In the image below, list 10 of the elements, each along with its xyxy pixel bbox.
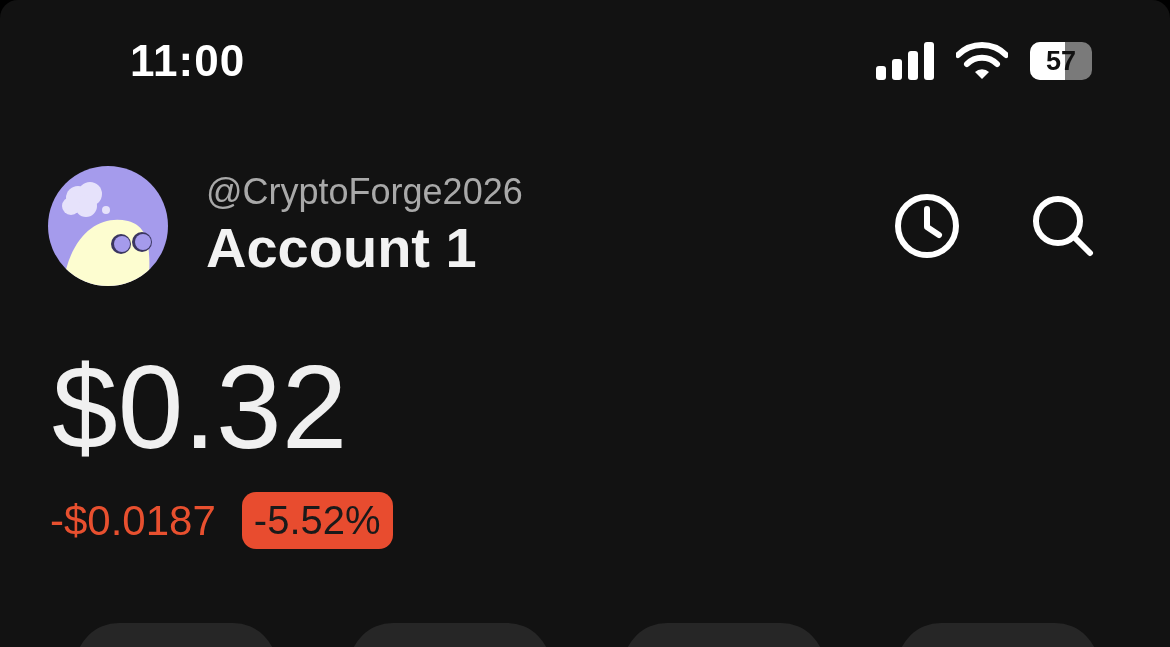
signal-icon (876, 42, 934, 80)
balance-amount: $0.32 (52, 341, 348, 473)
clock-icon[interactable] (894, 193, 960, 259)
account-name[interactable]: Account 1 (206, 214, 477, 282)
wifi-icon (956, 42, 1008, 80)
percent-change-badge: -5.52% (241, 492, 393, 549)
status-time: 11:00 (130, 36, 246, 86)
search-icon[interactable] (1032, 195, 1094, 257)
balance-change: -$0.0187 (50, 496, 216, 545)
account-handle: @CryptoForge2026 (206, 170, 523, 214)
